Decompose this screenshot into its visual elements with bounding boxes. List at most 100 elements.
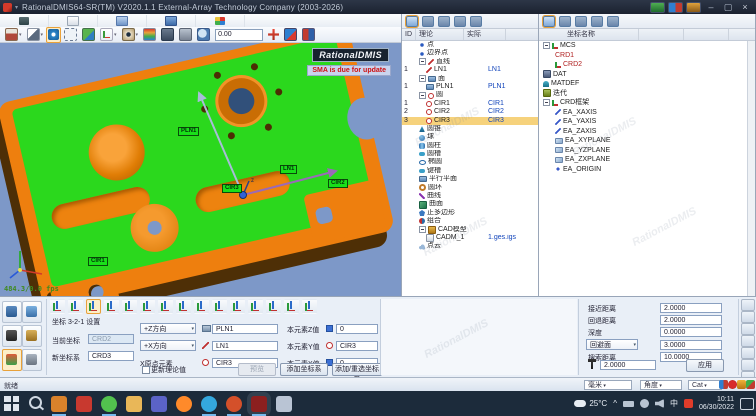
alignment-method-icon[interactable] — [284, 299, 299, 314]
tray-chevron-icon[interactable]: ^ — [613, 399, 617, 408]
probe-cube-icon[interactable] — [2, 301, 22, 323]
triad-button[interactable]: ▾ — [98, 27, 119, 43]
volume-icon[interactable] — [655, 399, 664, 408]
side-tool-icon[interactable] — [741, 299, 755, 311]
part-align-icon[interactable] — [22, 301, 42, 323]
feature-input[interactable]: PLN1 — [212, 324, 278, 334]
feature-row[interactable]: 1CIR1CIR1 — [402, 100, 538, 108]
update-theory-checkbox[interactable] — [142, 366, 150, 374]
feature-row[interactable]: 曲面 — [402, 200, 538, 208]
tim-icon[interactable] — [684, 399, 693, 408]
feature-tag-cir1[interactable]: CIR1 — [88, 257, 108, 266]
coord-grid-icon[interactable] — [575, 16, 587, 27]
part-button[interactable] — [80, 27, 97, 43]
screen-icon[interactable] — [470, 16, 482, 27]
probe-diameter-input[interactable]: 2.0000 — [600, 360, 656, 370]
start-icon[interactable] — [4, 396, 20, 412]
feature-row[interactable]: 1LN1LN1 — [402, 66, 538, 74]
probe-param-input[interactable]: 3.0000 — [660, 340, 722, 350]
app-menu-caret-icon[interactable]: ▾ — [15, 4, 18, 11]
ribbon-tab-4[interactable] — [147, 15, 196, 27]
tree-collapse-icon[interactable] — [419, 92, 426, 99]
direction-select[interactable]: +Z方向▾ — [140, 323, 196, 334]
outlook-icon[interactable] — [51, 396, 67, 412]
feature-row[interactable]: 点云 — [402, 242, 538, 250]
titlebar-tool-1-icon[interactable] — [650, 2, 665, 13]
alignment-method-icon[interactable] — [230, 299, 245, 314]
titlebar-tool-2-icon[interactable] — [668, 2, 683, 13]
features-tab-icon[interactable] — [406, 16, 418, 27]
rocket-icon[interactable] — [276, 396, 292, 412]
feature-row[interactable]: 椭圆 — [402, 158, 538, 166]
wechat-icon[interactable] — [101, 396, 117, 412]
alignment-method-icon[interactable] — [50, 299, 65, 314]
tree-collapse-icon[interactable] — [543, 99, 550, 106]
notification-center-icon[interactable] — [740, 398, 754, 410]
feature-row[interactable]: 边界点 — [402, 49, 538, 57]
alignment-method-icon[interactable] — [140, 299, 155, 314]
feature-row[interactable]: 球 — [402, 133, 538, 141]
coordinate-row[interactable]: EA_ZAXIS — [539, 127, 755, 137]
firefox-icon[interactable] — [176, 396, 192, 412]
avoid-plane-select[interactable]: 回避面▾ — [586, 339, 638, 350]
feature-row[interactable]: CAD模型 — [402, 226, 538, 234]
coordinate-row[interactable]: DAT — [539, 70, 755, 80]
coordinate-row[interactable]: CRD2 — [539, 60, 755, 70]
alignment-method-icon[interactable] — [194, 299, 209, 314]
side-tool-icon[interactable] — [741, 347, 755, 359]
feature-row[interactable]: 圆槽 — [402, 150, 538, 158]
alignment-method-icon[interactable] — [248, 299, 263, 314]
colormap-button[interactable] — [141, 27, 158, 43]
probe-param-input[interactable]: 2.0000 — [660, 303, 722, 313]
side-tool-icon[interactable] — [741, 323, 755, 335]
coord-add-icon[interactable] — [559, 16, 571, 27]
machine-icon[interactable] — [22, 349, 42, 371]
coordinate-row[interactable]: MATDEF — [539, 79, 755, 89]
eye-button[interactable]: ▾ — [120, 27, 141, 43]
coordinate-row[interactable]: EA_YAXIS — [539, 117, 755, 127]
ribbon-tab-5[interactable] — [196, 15, 245, 27]
probe-view-button[interactable] — [282, 27, 299, 43]
alignment-method-icon[interactable] — [68, 299, 83, 314]
marquee-button[interactable] — [62, 27, 79, 43]
feature-row[interactable]: CADM_11.ges.igs — [402, 234, 538, 242]
ime-indicator[interactable]: 中 — [670, 398, 678, 409]
feature-row[interactable]: 平行平面 — [402, 175, 538, 183]
probe-param-input[interactable]: 0.0000 — [660, 327, 722, 337]
alignment-method-icon[interactable] — [302, 299, 317, 314]
feature-row[interactable]: 圆锥 — [402, 125, 538, 133]
angle-select[interactable]: 角度 ▾ — [640, 380, 682, 390]
zoom-tolerance-input[interactable]: 0.00 — [215, 29, 263, 41]
feature-row[interactable]: 圆 — [402, 91, 538, 99]
tree-collapse-icon[interactable] — [419, 226, 426, 233]
feature-row[interactable]: 曲线 — [402, 192, 538, 200]
alignment-method-icon[interactable] — [86, 299, 101, 314]
feature-row[interactable]: 1PLN1PLN1 — [402, 83, 538, 91]
feature-tag-cir2[interactable]: CIR2 — [328, 179, 348, 188]
side-tool-icon[interactable] — [741, 359, 755, 371]
ribbon-tab-2[interactable] — [49, 15, 98, 27]
direction-select[interactable]: +X方向▾ — [140, 340, 196, 351]
coordinate-icon[interactable] — [2, 349, 22, 371]
search-icon[interactable] — [29, 396, 42, 409]
alignment-method-icon[interactable] — [212, 299, 227, 314]
new-coord-input[interactable]: CRD3 — [88, 351, 134, 361]
probe-rack-icon[interactable] — [22, 325, 42, 347]
add-reselect-coordinate-button[interactable]: 添加/重选坐标系 — [332, 363, 382, 376]
feature-tag-pln1[interactable]: PLN1 — [178, 127, 199, 136]
minimize-button[interactable]: – — [704, 2, 718, 13]
alignment-method-icon[interactable] — [266, 299, 281, 314]
feature-tag-ln1[interactable]: LN1 — [280, 165, 297, 174]
maximize-button[interactable]: ▢ — [721, 2, 735, 13]
probe-param-input[interactable]: 2.0000 — [660, 315, 722, 325]
clock[interactable]: 10:11 06/30/2022 — [699, 396, 734, 412]
feature-row[interactable]: 圆柱 — [402, 142, 538, 150]
ribbon-tab-3[interactable] — [98, 15, 147, 27]
statusbar-record-icon[interactable] — [728, 380, 737, 389]
filter-icon[interactable] — [438, 16, 450, 27]
element-value-input[interactable]: CIR3 — [336, 341, 378, 351]
alignment-method-icon[interactable] — [122, 299, 137, 314]
statusbar-warning-icon[interactable] — [737, 380, 746, 389]
close-button[interactable]: × — [738, 2, 752, 13]
telegram-icon[interactable] — [201, 396, 217, 412]
